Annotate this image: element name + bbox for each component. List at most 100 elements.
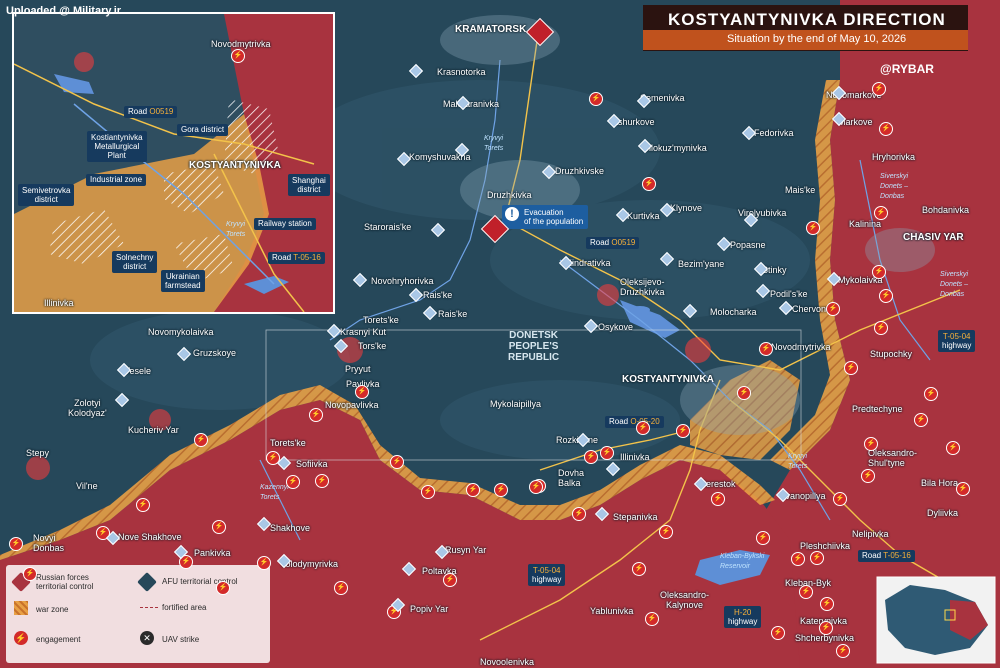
settlement-mykolaipillya: Mykolaipillya bbox=[490, 399, 542, 409]
engagement-marker-icon: ⚡ bbox=[216, 581, 230, 595]
legend-fortified-label: fortified area bbox=[162, 603, 207, 612]
settlement-novyi-donbas: Novyi Donbas bbox=[33, 533, 65, 553]
engagement-marker-icon: ⚡ bbox=[9, 537, 23, 551]
river-kryvyi-torets-north: Kryvyi Torets bbox=[484, 135, 504, 152]
settlement-druzhkivske: Druzhkivske bbox=[555, 166, 605, 176]
engagement-marker-icon: ⚡ bbox=[833, 492, 847, 506]
legend-war-zone-label: war zone bbox=[36, 605, 69, 614]
engagement-marker-icon: ⚡ bbox=[771, 626, 785, 640]
inset-settlement-novodmytrivka: Novodmytrivka bbox=[211, 39, 271, 49]
river-kryvyi-torets-south: Kryvyi Torets bbox=[788, 453, 808, 470]
map-stage: Novodmytrivka Illinivka KOSTYANTYNIVKA K… bbox=[0, 0, 1000, 668]
engagement-marker-icon: ⚡ bbox=[924, 387, 938, 401]
engagement-marker-icon: ⚡ bbox=[572, 507, 586, 521]
settlement-kostyantynivka: KOSTYANTYNIVKA bbox=[622, 374, 714, 385]
settlement-krasnotorka: Krasnotorka bbox=[437, 67, 486, 77]
inset-canvas bbox=[14, 14, 333, 312]
engagement-marker-icon: ⚡ bbox=[315, 474, 329, 488]
warning-icon: ! bbox=[505, 207, 519, 221]
engagement-marker-icon: ⚡ bbox=[946, 441, 960, 455]
engagement-marker-icon: ⚡ bbox=[23, 567, 37, 581]
settlement-bila-hora: Bila Hora bbox=[921, 478, 959, 488]
legend-afu-swatch-icon bbox=[137, 572, 157, 592]
engagement-marker-icon: ⚡ bbox=[589, 92, 603, 106]
engagement-marker-icon: ⚡ bbox=[872, 82, 886, 96]
engagement-marker-icon: ⚡ bbox=[861, 469, 875, 483]
settlement-druzhkivka: Druzhkivka bbox=[487, 190, 532, 200]
overview-minimap bbox=[876, 576, 996, 664]
settlement-nove-shakhove: Nove Shakhove bbox=[118, 532, 182, 542]
engagement-marker-icon: ⚡ bbox=[791, 552, 805, 566]
settlement-rais-ke-1: Rais'ke bbox=[423, 290, 453, 300]
settlement-nelipivka: Nelipivka bbox=[852, 529, 889, 539]
engagement-marker-icon: ⚡ bbox=[874, 321, 888, 335]
legend-uav-label: UAV strike bbox=[162, 635, 200, 644]
settlement-oleksijevo-druzhkivka: Oleksijevo-Druzhkivka bbox=[620, 277, 665, 297]
inset-gora-district: Gora district bbox=[177, 124, 229, 136]
engagement-marker-icon: ⚡ bbox=[334, 581, 348, 595]
inset-settlement-kostyantynivka: KOSTYANTYNIVKA bbox=[189, 160, 281, 171]
settlement-dyliivka: Dyliivka bbox=[927, 508, 959, 518]
settlement-klynove: Klynove bbox=[670, 203, 703, 213]
settlement-novodmytrivka: Novodmytrivka bbox=[771, 342, 831, 352]
river-kleban-byk-reservoir: Kleban-Bykski Reservoir bbox=[720, 553, 765, 570]
settlement-krasnyi-kut: Krasnyi Kut bbox=[340, 327, 387, 337]
river-siverskyi-donets-1: Siverskyi Donets – Donbas bbox=[880, 173, 909, 200]
watermark: Uploaded @ Military.ir bbox=[6, 5, 122, 17]
engagement-marker-icon: ⚡ bbox=[879, 289, 893, 303]
settlement-molocharka: Molocharka bbox=[710, 307, 757, 317]
road-t0516-tag: Road T-05-16 bbox=[858, 550, 915, 562]
engagement-marker-icon: ⚡ bbox=[212, 520, 226, 534]
engagement-marker-icon: ⚡ bbox=[636, 421, 650, 435]
inset-railway-station: Railway station bbox=[254, 218, 316, 230]
inset-river-kryvyi-torets: Kryvyi Torets bbox=[226, 221, 246, 238]
settlement-kramatorsk: KRAMATORSK bbox=[455, 24, 527, 35]
settlement-zolotyi-kolodyaz: Zolotyi Kolodyaz' bbox=[68, 398, 107, 418]
engagement-marker-icon: ⚡ bbox=[759, 342, 773, 356]
engagement-marker-icon: ⚡ bbox=[914, 413, 928, 427]
settlement-kurtivka: Kurtivka bbox=[627, 211, 660, 221]
settlement-hryhorivka: Hryhorivka bbox=[872, 152, 916, 162]
settlement-gruzskoye: Gruzskoye bbox=[193, 348, 237, 358]
settlement-stupochky: Stupochky bbox=[870, 349, 913, 359]
settlement-bohdanivka: Bohdanivka bbox=[922, 205, 970, 215]
engagement-marker-icon: ⚡ bbox=[632, 562, 646, 576]
engagement-marker-icon: ⚡ bbox=[494, 483, 508, 497]
evacuation-callout: ! Evacuation of the population bbox=[502, 205, 589, 229]
engagement-marker-icon: ⚡ bbox=[645, 612, 659, 626]
settlement-sofiivka: Sofiivka bbox=[296, 459, 328, 469]
settlement-torets-ke-2: Torets'ke bbox=[270, 438, 306, 448]
settlement-tors-ke: Tors'ke bbox=[358, 341, 387, 351]
engagement-marker-icon: ⚡ bbox=[879, 122, 893, 136]
settlement-mais-ke: Mais'ke bbox=[785, 185, 816, 195]
engagement-marker-icon: ⚡ bbox=[799, 585, 813, 599]
settlement-shakhove: Shakhove bbox=[270, 523, 311, 533]
inset-semivetrovka-district: Semivetrovka district bbox=[18, 184, 75, 206]
inset-road-t0516-tag: Road T-05-16 bbox=[268, 252, 325, 264]
engagement-marker-icon: ⚡ bbox=[421, 485, 435, 499]
engagement-marker-icon: ⚡ bbox=[956, 482, 970, 496]
legend-engagement-icon: ⚡ bbox=[14, 631, 28, 645]
engagement-marker-icon: ⚡ bbox=[443, 573, 457, 587]
engagement-marker-icon: ⚡ bbox=[810, 551, 824, 565]
engagement-marker-icon: ⚡ bbox=[756, 531, 770, 545]
settlement-rusyn-yar: Rusyn Yar bbox=[445, 545, 487, 555]
settlement-pankivka: Pankivka bbox=[194, 548, 231, 558]
legend-russian-label: Russian forces territorial control bbox=[36, 573, 94, 591]
engagement-marker-icon: ⚡ bbox=[231, 49, 245, 63]
engagement-marker-icon: ⚡ bbox=[309, 408, 323, 422]
settlement-podil-s-ke: Podil's'ke bbox=[770, 289, 808, 299]
settlement-torets-ke-1: Torets'ke bbox=[363, 315, 399, 325]
legend-uav-strike-icon: ✕ bbox=[140, 631, 154, 645]
settlement-ivanopillya: Ivanopillya bbox=[783, 491, 826, 501]
road-o0520-tag: Road O-05-20 bbox=[605, 416, 664, 428]
engagement-marker-icon: ⚡ bbox=[676, 424, 690, 438]
settlement-rais-ke-2: Rais'ke bbox=[438, 309, 468, 319]
engagement-marker-icon: ⚡ bbox=[194, 433, 208, 447]
settlement-vil-ne: Vil'ne bbox=[76, 481, 98, 491]
engagement-marker-icon: ⚡ bbox=[711, 492, 725, 506]
inset-settlement-illinivka: Illinivka bbox=[44, 298, 74, 308]
engagement-marker-icon: ⚡ bbox=[874, 206, 888, 220]
engagement-marker-icon: ⚡ bbox=[819, 621, 833, 635]
settlement-novoolenivka: Novoolenivka bbox=[480, 657, 535, 667]
